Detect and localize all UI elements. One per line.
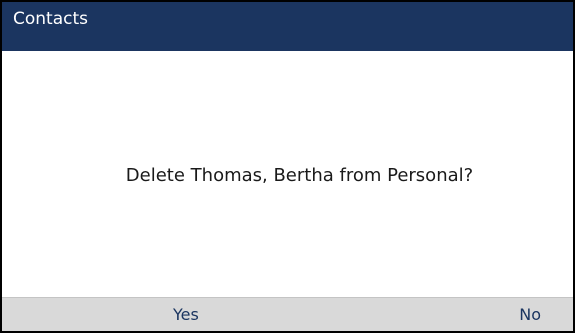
softkey-bar: Yes No <box>2 297 573 331</box>
screen-title: Contacts <box>13 8 88 29</box>
title-bar: Contacts <box>2 2 573 51</box>
no-button[interactable]: No <box>519 298 541 331</box>
confirm-message: Delete Thomas, Bertha from Personal? <box>125 164 474 186</box>
phone-screen: Contacts Delete Thomas, Bertha from Pers… <box>0 0 575 333</box>
yes-button[interactable]: Yes <box>173 298 199 331</box>
confirm-dialog: Delete Thomas, Bertha from Personal? <box>2 51 573 297</box>
